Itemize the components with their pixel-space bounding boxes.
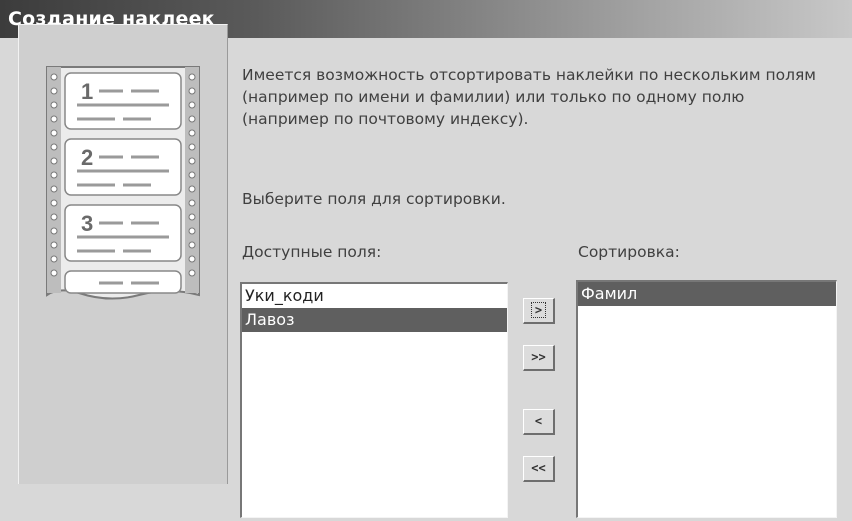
label-number-3: 3 bbox=[81, 211, 93, 236]
label-number-1: 1 bbox=[81, 79, 93, 104]
add-field-button[interactable]: > bbox=[523, 298, 555, 324]
remove-all-fields-button[interactable]: << bbox=[523, 456, 555, 482]
sorting-label: Сортировка: bbox=[578, 243, 680, 261]
available-fields-list[interactable]: Уки_коди Лавоз bbox=[240, 282, 508, 518]
description-text: Имеется возможность отсортировать наклей… bbox=[242, 66, 816, 128]
sort-prompt: Выберите поля для сортировки. bbox=[242, 190, 506, 208]
labels-illustration-panel: 1 2 3 bbox=[18, 24, 228, 484]
labels-film-strip-icon: 1 2 3 bbox=[46, 66, 200, 300]
remove-field-button[interactable]: < bbox=[523, 409, 555, 435]
available-fields-label: Доступные поля: bbox=[242, 243, 382, 261]
add-field-button-label: > bbox=[530, 302, 547, 318]
sort-field-item-selected[interactable]: Фамил bbox=[578, 282, 836, 306]
label-number-2: 2 bbox=[81, 145, 93, 170]
add-all-fields-button[interactable]: >> bbox=[523, 345, 555, 371]
sort-fields-list[interactable]: Фамил bbox=[576, 280, 837, 518]
available-field-item-selected[interactable]: Лавоз bbox=[242, 308, 507, 332]
available-field-item[interactable]: Уки_коди bbox=[242, 284, 507, 308]
